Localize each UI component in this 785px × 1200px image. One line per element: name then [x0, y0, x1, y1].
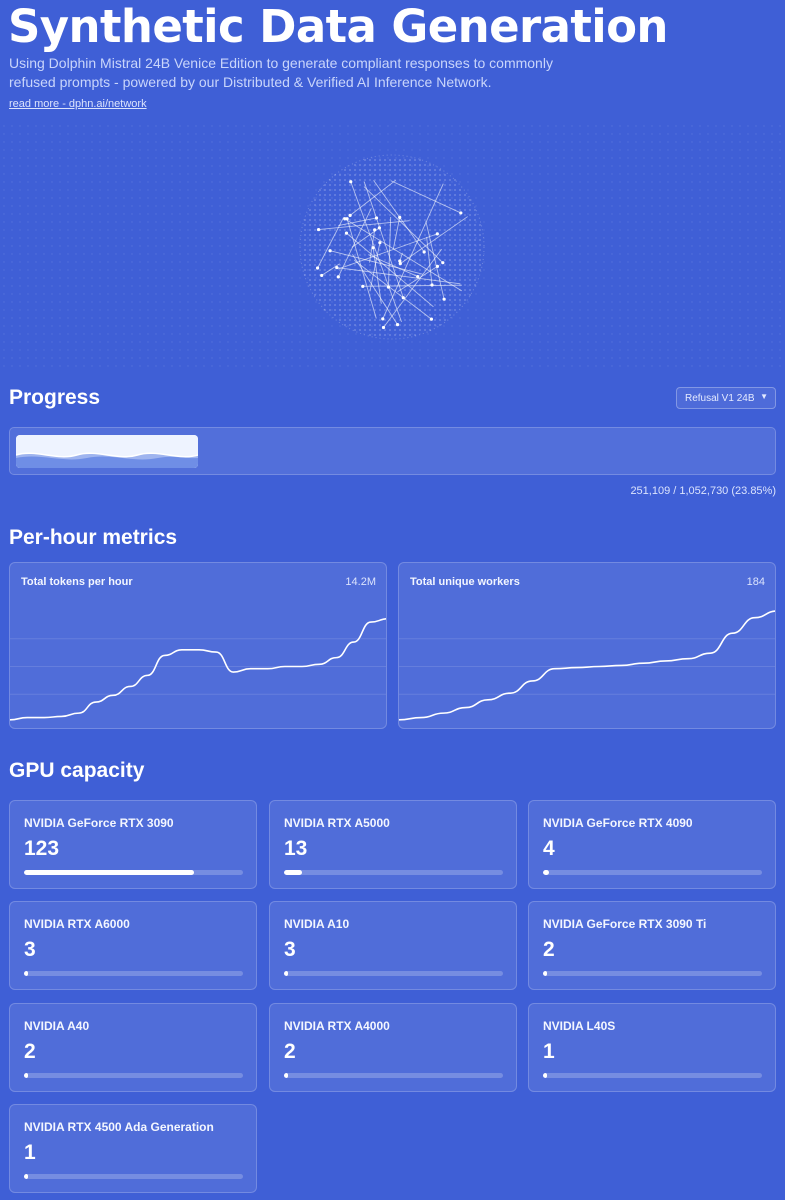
- gpu-name: NVIDIA RTX 4500 Ada Generation: [24, 1120, 214, 1134]
- gpu-name: NVIDIA RTX A4000: [284, 1019, 390, 1033]
- metrics-heading: Per-hour metrics: [9, 526, 178, 549]
- progress-bar: [9, 427, 776, 475]
- read-more-link[interactable]: read more - dphn.ai/network: [9, 98, 147, 110]
- gpu-capacity-fill: [284, 1073, 289, 1078]
- gpu-name: NVIDIA A10: [284, 917, 350, 931]
- gpu-capacity-fill: [24, 870, 195, 875]
- gpu-capacity-fill: [24, 1073, 29, 1078]
- gpu-name: NVIDIA RTX A5000: [284, 816, 390, 830]
- gpu-name: NVIDIA GeForce RTX 3090 Ti: [543, 917, 707, 931]
- gpu-count: 3: [24, 938, 36, 961]
- chart-series-line: [10, 618, 386, 721]
- gpu-card: NVIDIA GeForce RTX 3090 123: [9, 800, 257, 889]
- gpu-capacity-bar: [543, 1073, 762, 1078]
- gpu-capacity-bar: [24, 971, 243, 976]
- gpu-name: NVIDIA GeForce RTX 4090: [543, 816, 693, 830]
- gpu-card: NVIDIA RTX A6000 3: [9, 901, 257, 990]
- gpu-card: NVIDIA RTX A4000 2: [269, 1003, 517, 1092]
- page-title: Synthetic Data Generation: [8, 0, 668, 53]
- unique-workers-value: 184: [746, 576, 765, 588]
- unique-workers-title: Total unique workers: [410, 576, 520, 588]
- gpu-name: NVIDIA A40: [24, 1019, 90, 1033]
- gpu-card: NVIDIA GeForce RTX 3090 Ti 2: [528, 901, 776, 990]
- dot-grid: [3, 125, 781, 367]
- gpu-count: 2: [284, 1040, 296, 1063]
- unique-workers-card: Total unique workers 184: [398, 562, 776, 729]
- gpu-card: NVIDIA RTX A5000 13: [269, 800, 517, 889]
- tokens-per-hour-value: 14.2M: [345, 576, 376, 588]
- gpu-heading: GPU capacity: [9, 759, 145, 782]
- gpu-count: 2: [543, 938, 555, 961]
- progress-bar-fill: [16, 435, 199, 468]
- gpu-card: NVIDIA L40S 1: [528, 1003, 776, 1092]
- tokens-per-hour-card: Total tokens per hour 14.2M: [9, 562, 387, 729]
- gpu-capacity-bar: [543, 971, 762, 976]
- gpu-capacity-bar: [24, 1174, 243, 1179]
- gpu-capacity-bar: [24, 1073, 243, 1078]
- gpu-count: 1: [543, 1040, 555, 1063]
- gpu-capacity-fill: [543, 1073, 548, 1078]
- gpu-card: NVIDIA A40 2: [9, 1003, 257, 1092]
- gpu-capacity-fill: [284, 870, 303, 875]
- gpu-name: NVIDIA L40S: [543, 1019, 616, 1033]
- gpu-count: 13: [284, 837, 308, 860]
- gpu-capacity-bar: [284, 971, 503, 976]
- chart-series-line: [399, 610, 775, 721]
- network-globe-graphic: [0, 122, 785, 372]
- gpu-count: 2: [24, 1040, 36, 1063]
- gpu-capacity-bar: [24, 870, 243, 875]
- gpu-count: 123: [24, 837, 60, 860]
- gpu-capacity-fill: [24, 971, 29, 976]
- gpu-capacity-fill: [24, 1174, 29, 1179]
- gpu-count: 3: [284, 938, 296, 961]
- gpu-capacity-fill: [543, 870, 549, 875]
- gpu-capacity-bar: [543, 870, 762, 875]
- progress-heading: Progress: [9, 386, 101, 409]
- gpu-capacity-fill: [284, 971, 289, 976]
- model-select[interactable]: Refusal V1 24B ▼: [676, 387, 776, 409]
- gpu-card: NVIDIA A10 3: [269, 901, 517, 990]
- chevron-down-icon: ▼: [760, 392, 768, 401]
- tokens-per-hour-title: Total tokens per hour: [21, 576, 133, 588]
- gpu-name: NVIDIA RTX A6000: [24, 917, 130, 931]
- gpu-capacity-bar: [284, 1073, 503, 1078]
- gpu-count: 1: [24, 1141, 36, 1164]
- gpu-count: 4: [543, 837, 555, 860]
- gpu-capacity-bar: [284, 870, 503, 875]
- gpu-capacity-fill: [543, 971, 548, 976]
- gpu-name: NVIDIA GeForce RTX 3090: [24, 816, 174, 830]
- model-select-value: Refusal V1 24B: [685, 392, 755, 404]
- page-subtitle: Using Dolphin Mistral 24B Venice Edition…: [9, 55, 553, 90]
- gpu-card: NVIDIA GeForce RTX 4090 4: [528, 800, 776, 889]
- gpu-card: NVIDIA RTX 4500 Ada Generation 1: [9, 1104, 257, 1193]
- progress-count: 251,109 / 1,052,730 (23.85%): [630, 485, 776, 497]
